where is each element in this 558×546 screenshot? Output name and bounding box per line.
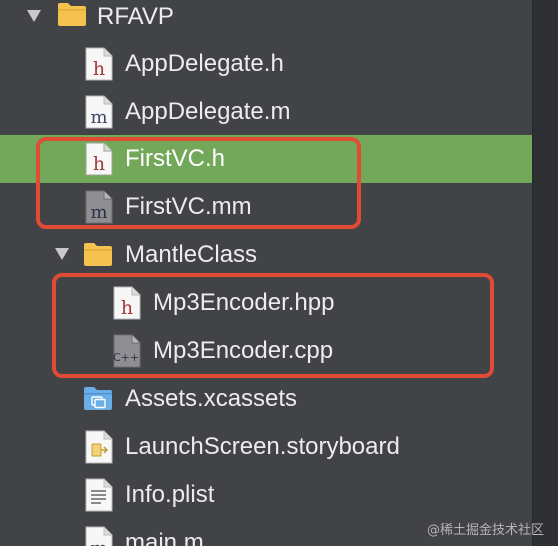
cpp-file-icon: C++ [112, 334, 142, 368]
svg-text:m: m [90, 538, 107, 546]
svg-text:C++: C++ [113, 351, 139, 364]
svg-text:h: h [93, 58, 105, 80]
file-label: Mp3Encoder.hpp [153, 289, 335, 316]
scrollbar-track[interactable] [532, 0, 558, 546]
storyboard-file-icon [84, 430, 114, 464]
watermark: @稀土掘金技术社区 [426, 523, 544, 538]
file-label: Info.plist [125, 481, 215, 508]
folder-label: MantleClass [125, 241, 258, 268]
file-label: Assets.xcassets [125, 385, 298, 412]
folder-icon [57, 1, 87, 35]
svg-text:h: h [121, 297, 133, 319]
source-file-icon: m [84, 95, 114, 129]
file-row-assets[interactable]: Assets.xcassets [0, 375, 532, 423]
file-label: FirstVC.mm [125, 193, 252, 220]
folder-label: RFAVP [97, 3, 174, 30]
folder-icon [83, 241, 113, 275]
header-file-icon: h [112, 286, 142, 320]
plist-file-icon [84, 478, 114, 512]
file-row-mp3encoder-cpp[interactable]: C++ Mp3Encoder.cpp [0, 327, 532, 375]
file-label: AppDelegate.h [125, 50, 284, 77]
file-row-launchscreen[interactable]: LaunchScreen.storyboard [0, 423, 532, 471]
file-row-appdelegate-m[interactable]: m AppDelegate.m [0, 88, 532, 136]
svg-text:h: h [93, 153, 105, 175]
file-label: FirstVC.h [125, 145, 226, 172]
file-label: AppDelegate.m [125, 98, 291, 125]
outline-row-rfavp[interactable]: RFAVP [0, 0, 532, 41]
project-navigator: RFAVP h AppDelegate.h m AppDelegate.m h … [0, 0, 532, 546]
header-file-icon: h [84, 142, 114, 176]
file-label: LaunchScreen.storyboard [125, 433, 400, 460]
source-file-icon: m [84, 526, 114, 546]
disclosure-triangle-icon[interactable] [55, 248, 69, 260]
file-row-appdelegate-h[interactable]: h AppDelegate.h [0, 40, 532, 88]
file-label: Mp3Encoder.cpp [153, 337, 334, 364]
source-file-icon: m [84, 190, 114, 224]
asset-catalog-icon [83, 385, 113, 419]
disclosure-triangle-icon[interactable] [27, 10, 41, 22]
file-label: main.m [125, 529, 204, 546]
file-row-firstvc-mm[interactable]: m FirstVC.mm [0, 183, 532, 231]
svg-text:m: m [90, 202, 107, 223]
file-row-mp3encoder-hpp[interactable]: h Mp3Encoder.hpp [0, 279, 532, 327]
header-file-icon: h [84, 47, 114, 81]
file-row-info-plist[interactable]: Info.plist [0, 471, 532, 519]
file-row-firstvc-h[interactable]: h FirstVC.h [0, 135, 532, 183]
svg-text:m: m [90, 107, 107, 128]
outline-row-mantleclass[interactable]: MantleClass [0, 231, 532, 279]
